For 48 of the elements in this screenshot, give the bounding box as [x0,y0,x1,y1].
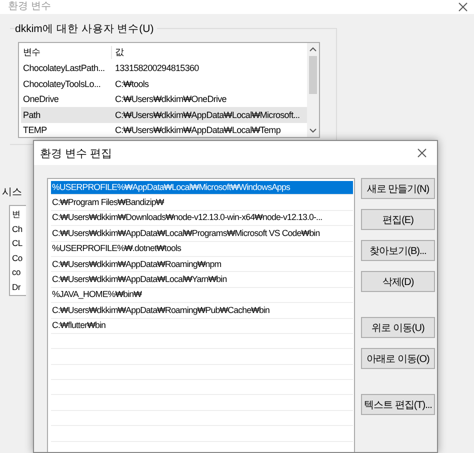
table-row[interactable]: Path C:₩Users₩dkkim₩AppData₩Local₩Microsoft... [21,107,307,122]
dialog-button[interactable]: 새로 만들기(N) [361,178,435,199]
dialog-button[interactable]: 편집(E) [361,209,435,230]
table-cell-text: 133158200294815360 [114,63,199,74]
table-cell-text: CL [12,237,22,250]
table-cell-text: C:₩Users₩dkkim₩AppData₩Local₩Temp [114,125,280,136]
table-cell-text: C:₩Users₩dkkim₩AppData₩Local₩Microsoft... [114,110,300,120]
list-item[interactable]: C:₩flutter₩bin [51,319,107,332]
table-cell-text: ChocolateyToolsLo... [22,78,102,89]
table-cell-text: C:₩Users₩dkkim₩OneDrive [114,94,226,104]
list-item[interactable]: %USERPROFILE%₩AppData₩Local₩Microsoft₩WindowsApps [51,180,353,194]
table-cell-text: TEMP [22,125,48,136]
table-cell-text: Dr [12,280,20,294]
list-item[interactable]: C:₩Users₩dkkim₩AppData₩Local₩Programs₩Microsoft VS Code₩bin [51,226,321,240]
dialog-button[interactable]: 삭제(D) [361,271,435,292]
table-row[interactable]: OneDrive C:₩Users₩dkkim₩OneDrive [21,92,307,107]
table-cell-text: 변 [12,208,21,221]
column-header[interactable]: 변수 [21,46,111,60]
group-label: 시스 [2,186,22,199]
dialog-button[interactable]: 찾아보기(B)... [361,240,435,261]
table-row[interactable]: TEMP C:₩Users₩dkkim₩AppData₩Local₩Temp [21,122,307,137]
table-cell-text: co [12,266,20,279]
list-item[interactable]: C:₩Program Files₩Bandizip₩ [51,196,165,210]
list-item[interactable]: C:₩Users₩dkkim₩AppData₩Roaming₩npm [51,258,222,271]
table-cell-text: C:₩tools [114,78,149,89]
list-item[interactable]: C:₩Users₩dkkim₩AppData₩Local₩Yarn₩bin [51,273,228,286]
list-item[interactable]: %USERPROFILE%₩.dotnet₩tools [51,242,182,256]
table-row[interactable]: ChocolateyToolsLo... C:₩tools [21,76,307,92]
table-cell-text: ChocolateyLastPath... [22,63,106,74]
list-item[interactable]: C:₩Users₩dkkim₩AppData₩Roaming₩Pub₩Cache₩bin [51,304,271,317]
scrollbar[interactable] [307,43,319,137]
column-header[interactable]: 값 [111,46,124,60]
group-label: dkkim에 대한 사용자 변수(U) [15,22,157,36]
dialog-button[interactable]: 아래로 이동(O) [361,348,435,369]
close-icon[interactable] [458,2,468,12]
window-title: 환경 변수 [8,1,51,13]
close-icon[interactable] [417,148,427,158]
list-item[interactable]: %JAVA_HOME%₩bin₩ [51,288,143,302]
dialog-title: 환경 변수 편집 [40,146,112,160]
table-cell-text: Ch [12,222,22,236]
scrollbar-thumb[interactable] [309,56,317,94]
table-cell-text: OneDrive [22,94,60,104]
table-row[interactable]: ChocolateyLastPath... 133158200294815360 [21,60,307,76]
table-cell-text: Path [22,110,42,120]
dialog-button[interactable]: 위로 이동(U) [361,317,435,338]
list-item[interactable]: C:₩Users₩dkkim₩Downloads₩node-v12.13.0-win-x64₩node-v12.13.0-... [51,211,324,224]
table-cell-text: Co [12,252,22,264]
dialog-button[interactable]: 텍스트 편집(T)... [361,394,435,415]
